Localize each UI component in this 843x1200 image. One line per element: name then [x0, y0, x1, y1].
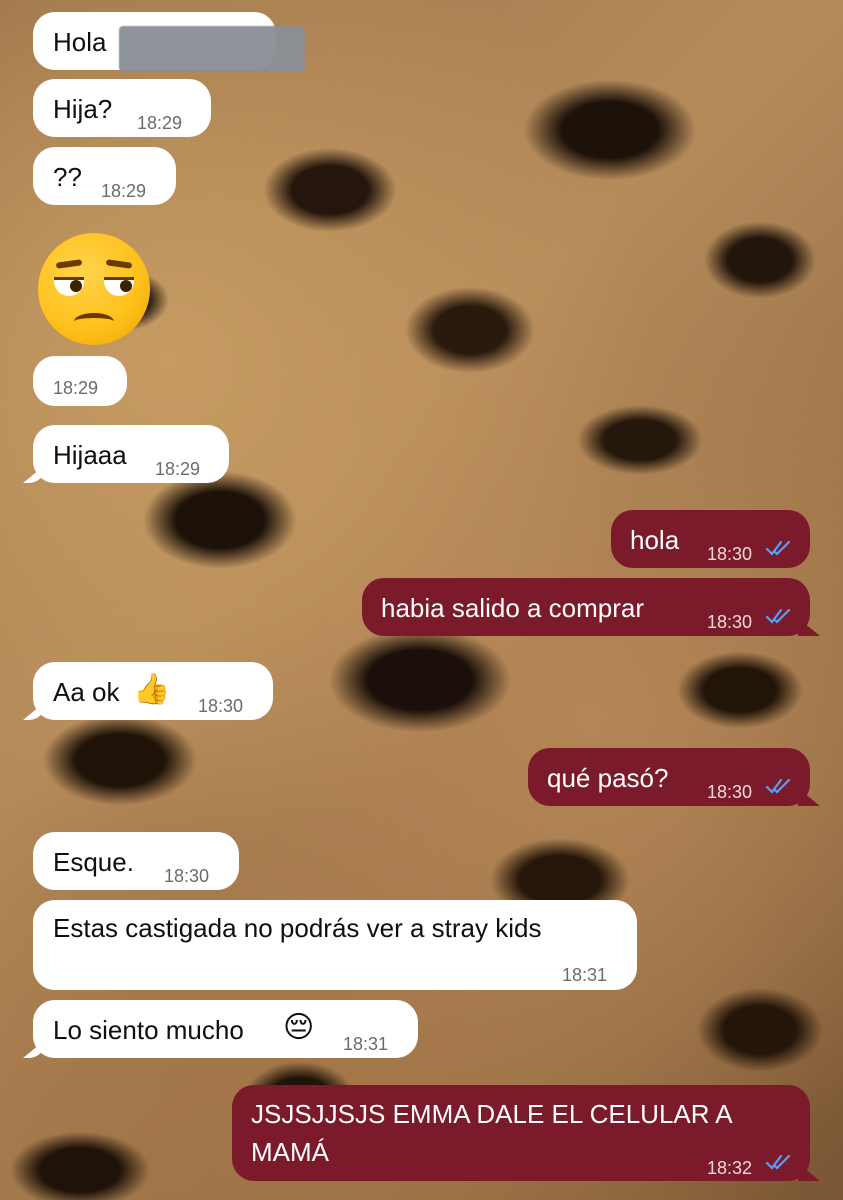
message-text: hola	[630, 525, 680, 555]
message-time: 18:31	[343, 1034, 389, 1054]
message-text: Hijaaa	[53, 440, 127, 470]
thumbs-up-emoji: 👍	[133, 673, 171, 706]
message-time: 18:29	[53, 378, 99, 398]
message-time: 18:29	[101, 181, 147, 201]
message-text-line-2: MAMÁ	[251, 1137, 329, 1167]
double-check-icon	[765, 778, 791, 794]
message-text: Esque.	[53, 847, 134, 877]
double-check-icon	[765, 540, 791, 556]
message-time: 18:32	[707, 1158, 753, 1178]
message-bubble-incoming[interactable]: Estas castigada no podrás ver a stray ki…	[33, 900, 637, 990]
message-text: qué pasó?	[547, 763, 669, 793]
message-time: 18:29	[137, 113, 183, 133]
message-text: habia salido a comprar	[381, 593, 645, 623]
message-time: 18:30	[707, 544, 753, 564]
message-bubble-outgoing[interactable]: JSJSJJSJS EMMA DALE EL CELULAR A MAMÁ 18…	[232, 1085, 810, 1181]
message-text-line-1: JSJSJJSJS EMMA DALE EL CELULAR A	[251, 1099, 733, 1129]
message-time: 18:30	[707, 782, 753, 802]
message-text: Aa ok	[53, 677, 120, 707]
message-time: 18:31	[562, 965, 608, 985]
message-text: Hola	[53, 27, 107, 57]
double-check-icon	[765, 1154, 791, 1170]
message-time: 18:29	[155, 459, 201, 479]
pensive-face-emoji: 😔	[283, 1011, 315, 1044]
emoji-time-bubble: 18:29	[33, 356, 127, 406]
message-text: Estas castigada no podrás ver a stray ki…	[53, 913, 542, 943]
message-bubble-incoming[interactable]: Lo siento mucho 😔 18:31	[33, 1000, 418, 1058]
message-bubble-outgoing[interactable]: hola 18:30	[611, 510, 810, 568]
message-bubble-outgoing[interactable]: habia salido a comprar 18:30	[362, 578, 810, 636]
message-text: ??	[53, 162, 82, 192]
message-text: Hija?	[53, 94, 113, 124]
message-time: 18:30	[198, 696, 244, 716]
message-bubble-incoming[interactable]: Aa ok 👍 18:30	[33, 662, 273, 720]
message-time: 18:30	[164, 866, 210, 886]
message-bubble-outgoing[interactable]: qué pasó? 18:30	[528, 748, 810, 806]
double-check-icon	[765, 608, 791, 624]
message-bubble-incoming[interactable]: ?? 18:29	[33, 147, 176, 205]
message-bubble-incoming[interactable]: Hija? 18:29	[33, 79, 211, 137]
message-bubble-incoming[interactable]: Esque. 18:30	[33, 832, 239, 890]
message-time: 18:30	[707, 612, 753, 632]
message-bubble-incoming[interactable]: Hola	[33, 12, 305, 72]
message-text: Lo siento mucho	[53, 1015, 244, 1045]
unamused-face-emoji[interactable]	[38, 233, 150, 345]
redacted-name	[119, 26, 305, 72]
message-bubble-incoming[interactable]: Hijaaa 18:29	[33, 425, 229, 483]
